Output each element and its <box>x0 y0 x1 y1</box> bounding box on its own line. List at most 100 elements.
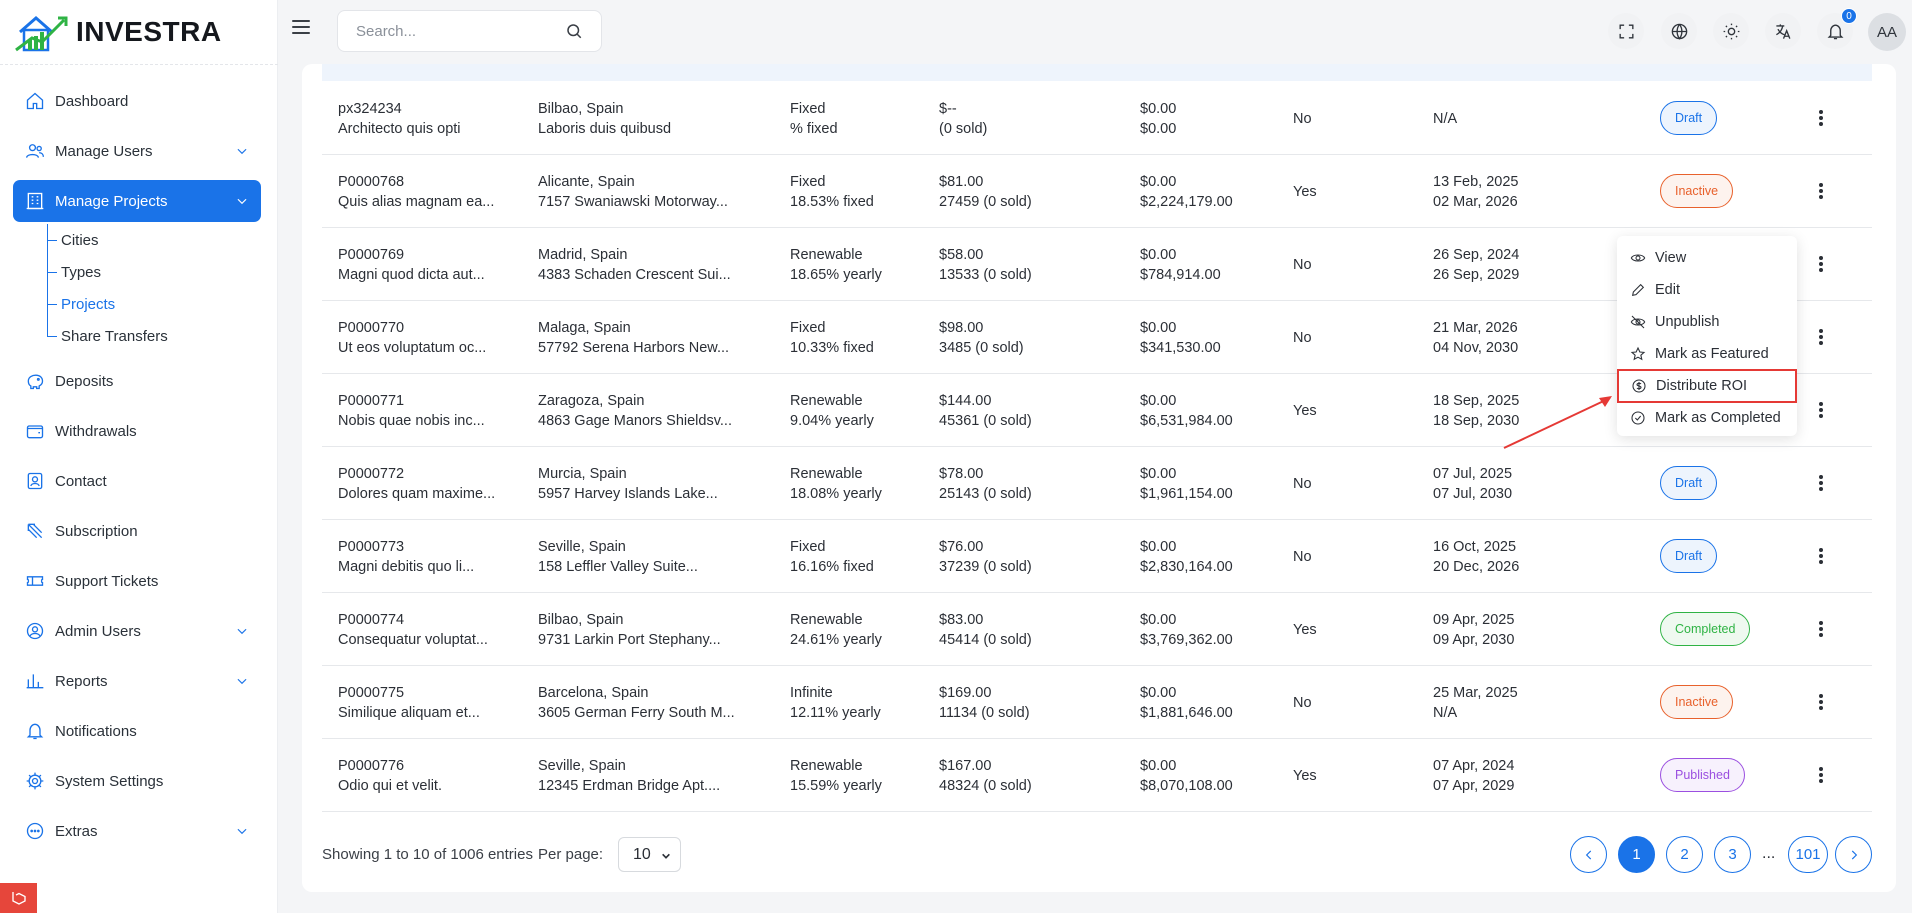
table-cell: P0000772 Dolores quam maxime... <box>338 447 495 520</box>
start-date: 13 Feb, 2025 <box>1433 173 1519 190</box>
end-date: 04 Nov, 2030 <box>1433 339 1519 356</box>
table-cell: $0.00 $0.00 <box>1140 82 1176 155</box>
sidebar-item-label: Contact <box>55 472 107 490</box>
row-actions-kebab-icon[interactable] <box>1815 325 1827 349</box>
pagination-page-1[interactable]: 1 <box>1618 836 1655 873</box>
sidebar-item-withdrawals[interactable]: Withdrawals <box>13 410 261 452</box>
laravel-debugbar-icon[interactable] <box>0 883 37 913</box>
table-row: P0000772 Dolores quam maxime... Murcia, Sp… <box>322 447 1872 520</box>
sidebar-item-manage-projects[interactable]: Manage Projects <box>13 180 261 222</box>
sidebar-item-label: Support Tickets <box>55 572 159 590</box>
start-date: 16 Oct, 2025 <box>1433 538 1517 555</box>
row-actions-kebab-icon[interactable] <box>1815 252 1827 276</box>
translate-button[interactable] <box>1765 13 1801 49</box>
status-badge: Inactive <box>1660 174 1734 208</box>
sidebar-item-admin-users[interactable]: Admin Users <box>13 610 261 652</box>
dropdown-item-mark-featured[interactable]: Mark as Featured <box>1617 338 1797 370</box>
dropdown-item-label: Mark as Featured <box>1655 346 1769 362</box>
table-cell: Renewable 15.59% yearly <box>790 739 882 812</box>
project-type: Renewable <box>790 392 863 409</box>
search-input[interactable]: Search... <box>337 10 602 52</box>
dropdown-item-mark-completed[interactable]: Mark as Completed <box>1617 402 1797 434</box>
start-date: 26 Sep, 2024 <box>1433 246 1520 263</box>
target-amount: $6,531,984.00 <box>1140 412 1233 429</box>
project-name: Consequatur voluptat... <box>338 631 488 648</box>
row-actions-kebab-icon[interactable] <box>1815 763 1827 787</box>
pagination-page-2[interactable]: 2 <box>1666 836 1703 873</box>
brand-logo[interactable]: INVESTRA <box>14 12 222 52</box>
table-cell: $81.00 27459 (0 sold) <box>939 155 1032 228</box>
amount-invested: $0.00 <box>1140 173 1177 190</box>
target-amount: $784,914.00 <box>1140 266 1221 283</box>
share-count: 3485 (0 sold) <box>939 339 1024 356</box>
brand-name: INVESTRA <box>76 16 222 47</box>
amount-invested: $0.00 <box>1140 246 1177 263</box>
theme-toggle-button[interactable] <box>1713 13 1749 49</box>
project-id: P0000776 <box>338 757 405 774</box>
table-cell: $0.00 $341,530.00 <box>1140 301 1221 374</box>
sidebar-item-support-tickets[interactable]: Support Tickets <box>13 560 261 602</box>
row-actions-kebab-icon[interactable] <box>1815 398 1827 422</box>
fullscreen-icon <box>1618 23 1634 39</box>
sidebar-item-extras[interactable]: Extras <box>13 810 261 852</box>
pagination-next-button[interactable] <box>1835 836 1872 873</box>
sidebar-item-contact[interactable]: Contact <box>13 460 261 502</box>
fullscreen-button[interactable] <box>1608 13 1644 49</box>
dropdown-item-unpublish[interactable]: Unpublish <box>1617 306 1797 338</box>
sidebar-item-label: Manage Projects <box>55 192 168 210</box>
annotation-arrow-icon <box>1503 396 1612 449</box>
search-icon <box>567 24 582 39</box>
sidebar-subitem-types[interactable]: Types <box>43 256 261 288</box>
hamburger-menu-icon[interactable] <box>292 20 310 34</box>
table-cell: P0000773 Magni debitis quo li... <box>338 520 474 593</box>
sidebar-item-notifications[interactable]: Notifications <box>13 710 261 752</box>
dollar-circle-icon <box>1632 379 1646 393</box>
sidebar-subitem-projects[interactable]: Projects <box>43 288 261 320</box>
end-date: N/A <box>1433 704 1458 721</box>
row-actions-kebab-icon[interactable] <box>1815 690 1827 714</box>
amount-invested: $0.00 <box>1140 100 1177 117</box>
sidebar-item-reports[interactable]: Reports <box>13 660 261 702</box>
table-cell: Fixed 18.53% fixed <box>790 155 874 228</box>
sidebar-subitem-cities[interactable]: Cities <box>43 224 261 256</box>
language-button[interactable] <box>1661 13 1697 49</box>
featured-flag: Yes <box>1293 402 1317 419</box>
row-actions-kebab-icon[interactable] <box>1815 106 1827 130</box>
notifications-button[interactable]: 0 <box>1817 8 1857 49</box>
sidebar-item-system-settings[interactable]: System Settings <box>13 760 261 802</box>
featured-flag: No <box>1293 329 1312 346</box>
project-rate: % fixed <box>790 120 838 137</box>
project-address: Laboris duis quibusd <box>538 120 672 137</box>
dropdown-item-distribute-roi[interactable]: Distribute ROI <box>1617 369 1797 403</box>
sidebar-item-deposits[interactable]: Deposits <box>13 360 261 402</box>
pagination-prev-button[interactable] <box>1570 836 1607 873</box>
project-id: px324234 <box>338 100 402 117</box>
avatar[interactable]: AA <box>1868 13 1906 51</box>
row-actions-kebab-icon[interactable] <box>1815 179 1827 203</box>
project-id: P0000773 <box>338 538 405 555</box>
sidebar-item-label: Notifications <box>55 722 137 740</box>
table-cell: px324234 Architecto quis opti <box>338 82 461 155</box>
notification-count-badge: 0 <box>1841 8 1857 24</box>
sidebar-item-manage-users[interactable]: Manage Users <box>13 130 261 172</box>
piggy-bank-icon <box>27 374 44 390</box>
sidebar-item-subscription[interactable]: Subscription <box>13 510 261 552</box>
sidebar-item-dashboard[interactable]: Dashboard <box>13 80 261 122</box>
table-cell: $169.00 11134 (0 sold) <box>939 666 1030 739</box>
table-cell: P0000768 Quis alias magnam ea... <box>338 155 494 228</box>
row-actions-kebab-icon[interactable] <box>1815 617 1827 641</box>
dropdown-item-edit[interactable]: Edit <box>1617 274 1797 306</box>
sidebar-subitem-share-transfers[interactable]: Share Transfers <box>43 320 261 352</box>
pagination-page-3[interactable]: 3 <box>1714 836 1751 873</box>
eye-icon <box>1630 254 1646 262</box>
table-cell: 09 Apr, 2025 09 Apr, 2030 <box>1433 593 1514 666</box>
dropdown-item-view[interactable]: View <box>1617 242 1797 274</box>
share-price: $76.00 <box>939 538 984 555</box>
row-actions-kebab-icon[interactable] <box>1815 471 1827 495</box>
row-actions-kebab-icon[interactable] <box>1815 544 1827 568</box>
table-cell: 07 Jul, 2025 07 Jul, 2030 <box>1433 447 1512 520</box>
project-city: Alicante, Spain <box>538 173 635 190</box>
share-price: $58.00 <box>939 246 984 263</box>
pagination-last-page[interactable]: 101 <box>1788 836 1828 873</box>
per-page-select[interactable]: 10 <box>618 837 681 872</box>
